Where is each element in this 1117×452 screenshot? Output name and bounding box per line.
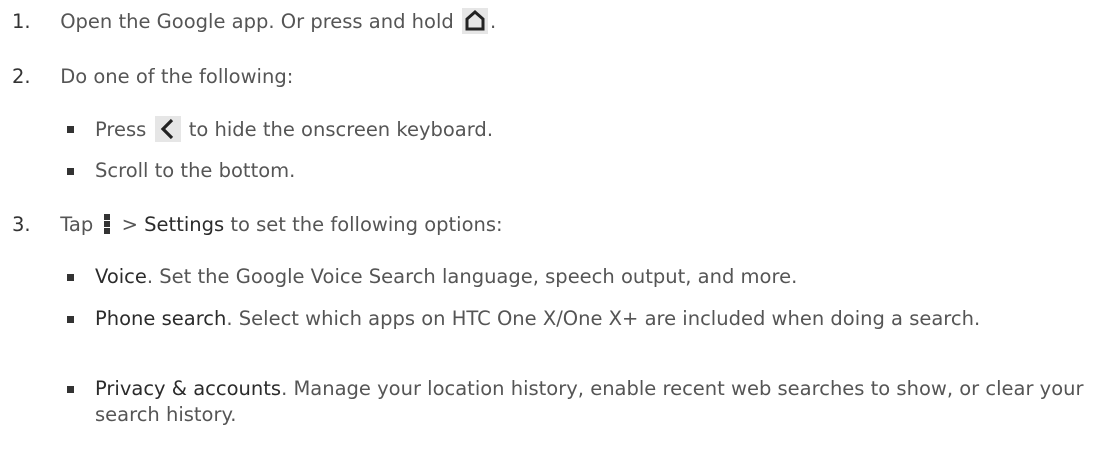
bullet-text-suffix: to hide the onscreen keyboard. [188, 118, 494, 141]
option-label: Voice [95, 265, 147, 288]
option-text: . Select which apps on HTC One X/One X+ … [226, 307, 981, 330]
option-label: Phone search [95, 307, 227, 330]
step-text: Do one of the following: [60, 65, 294, 88]
bullet-icon [67, 126, 74, 133]
bullet-icon [67, 316, 74, 323]
bullet-icon [67, 274, 74, 281]
settings-label: Settings [144, 213, 225, 236]
list-item: Press to hide the onscreen keyboard. [67, 116, 1105, 143]
bullet-text: Press [95, 118, 147, 141]
step-text-suffix: . [489, 10, 497, 33]
back-icon [154, 116, 181, 142]
step-text-suffix: to set the following options: [230, 213, 503, 236]
home-icon [461, 8, 488, 34]
step-text: Tap [60, 213, 94, 236]
bullet-icon [67, 386, 74, 393]
list-item: Privacy & accounts. Manage your location… [67, 376, 1105, 428]
step-text: Open the Google app. Or press and hold [60, 10, 454, 33]
step-number: 2. [12, 65, 31, 88]
step-2: 2. Do one of the following: [12, 64, 293, 90]
step-number: 1. [12, 10, 31, 33]
list-item: Phone search. Select which apps on HTC O… [67, 306, 1105, 332]
step-number: 3. [12, 213, 31, 236]
step-1: 1. Open the Google app. Or press and hol… [12, 8, 496, 35]
bullet-text: Scroll to the bottom. [95, 159, 296, 182]
step-text-separator: > [121, 213, 138, 236]
list-item: Scroll to the bottom. [67, 158, 1105, 184]
list-item: Voice. Set the Google Voice Search langu… [67, 264, 1105, 290]
menu-icon [99, 211, 115, 237]
option-text: . Set the Google Voice Search language, … [146, 265, 798, 288]
option-label: Privacy & accounts [95, 377, 282, 400]
bullet-icon [67, 168, 74, 175]
step-3: 3. Tap > Settings to set the following o… [12, 211, 503, 238]
